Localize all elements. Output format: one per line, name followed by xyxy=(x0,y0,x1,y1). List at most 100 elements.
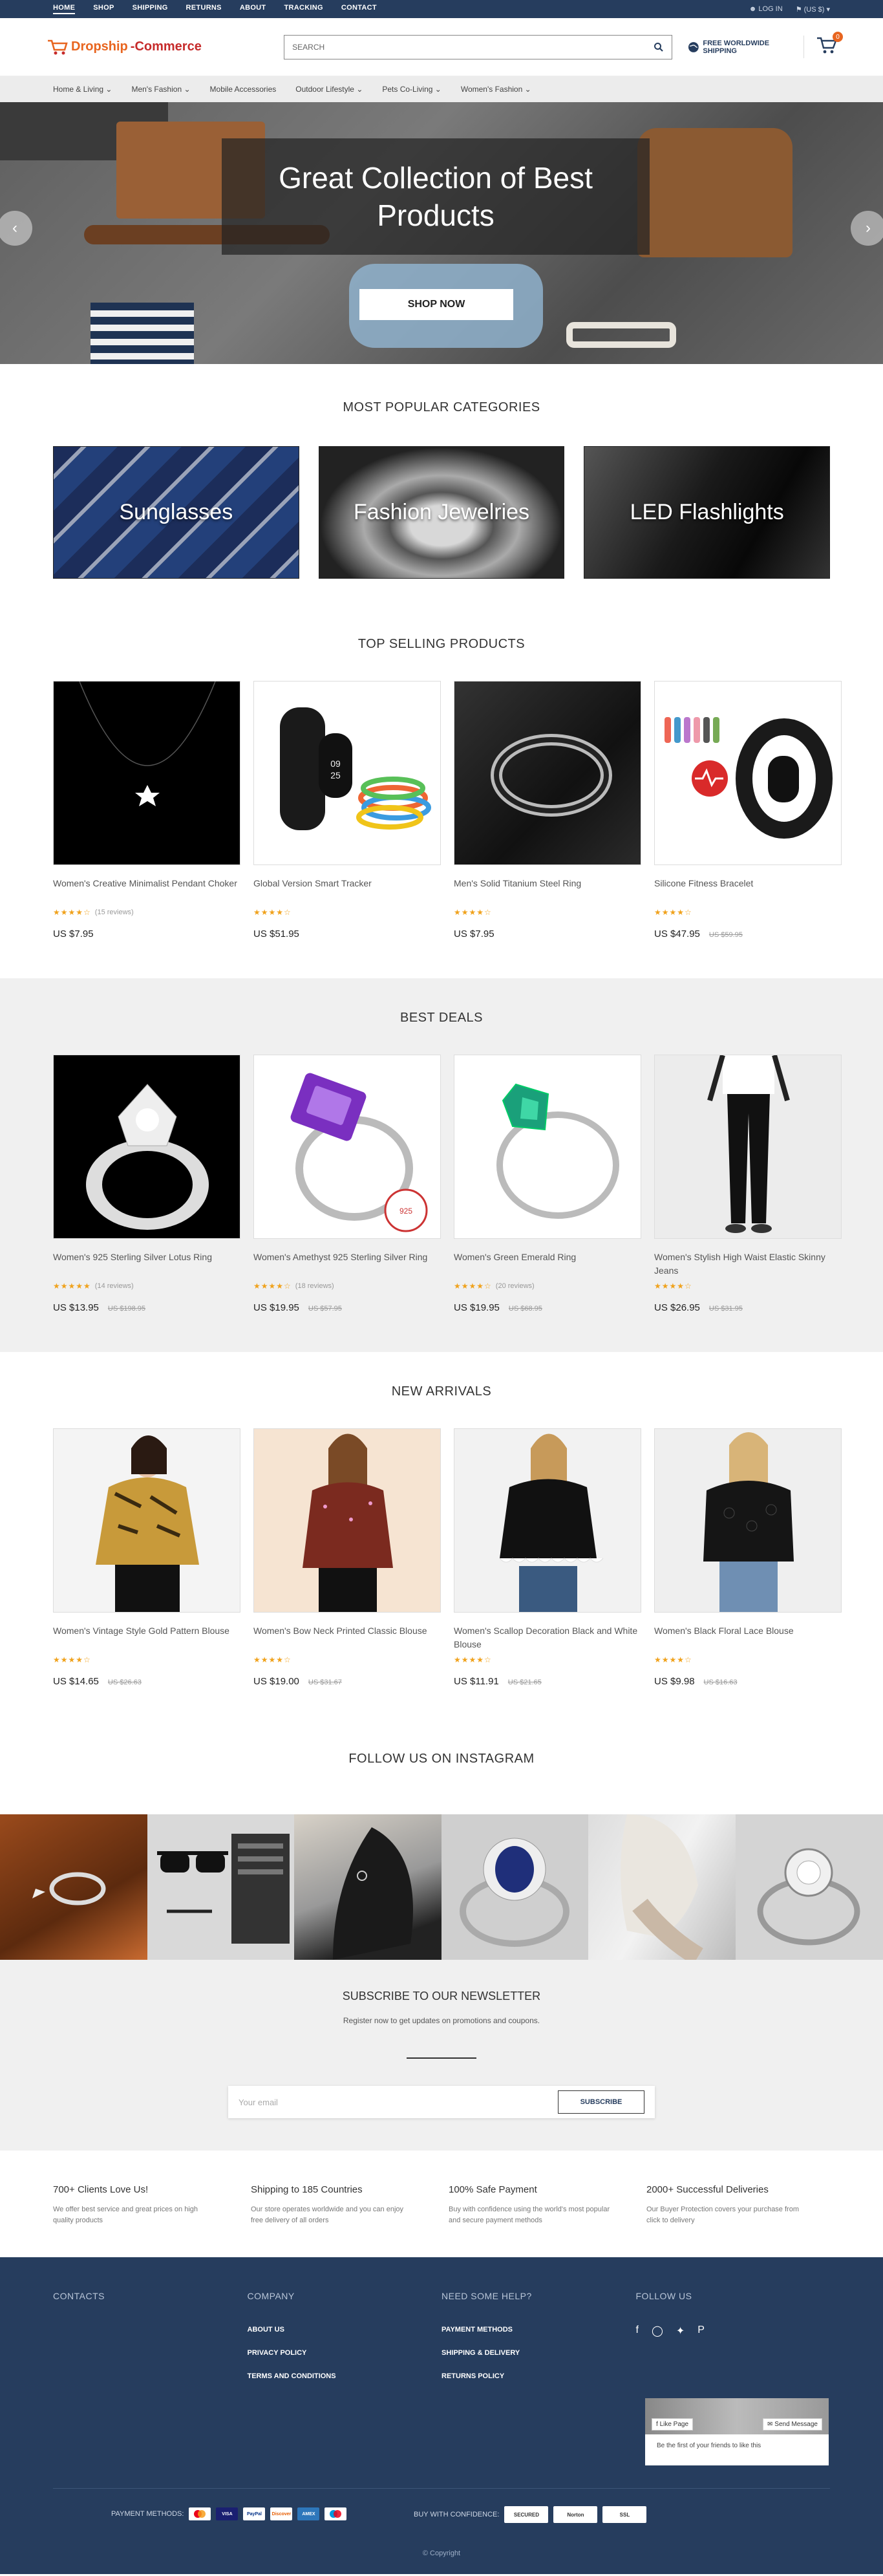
email-input[interactable] xyxy=(239,2097,558,2107)
footer-link-about[interactable]: ABOUT US xyxy=(248,2326,442,2334)
review-count: (20 reviews) xyxy=(495,1282,535,1290)
product-name[interactable]: Men's Solid Titanium Steel Ring xyxy=(454,877,641,904)
fb-like-button[interactable]: f Like Page xyxy=(652,2418,694,2431)
product-price-row: US $19.00 US $31.67 xyxy=(253,1676,441,1687)
cart-logo-icon xyxy=(48,39,68,54)
product-name[interactable]: Silicone Fitness Bracelet xyxy=(654,877,842,904)
product-price: US $13.95 xyxy=(53,1302,99,1313)
secured-badge-icon: SECURED xyxy=(504,2506,549,2523)
facebook-icon[interactable]: f xyxy=(636,2324,639,2337)
product-image[interactable] xyxy=(454,1428,641,1613)
twitter-icon[interactable]: ✦ xyxy=(676,2324,685,2337)
product-card[interactable]: Women's 925 Sterling Silver Lotus Ring ★… xyxy=(53,1055,240,1313)
product-card[interactable]: Silicone Fitness Bracelet ★★★★☆ US $47.9… xyxy=(654,681,842,939)
product-card[interactable]: Women's Bow Neck Printed Classic Blouse … xyxy=(253,1428,441,1687)
footer-link-terms[interactable]: TERMS AND CONDITIONS xyxy=(248,2372,442,2380)
instagram-photo[interactable] xyxy=(735,1814,883,1960)
product-name[interactable]: Women's Black Floral Lace Blouse xyxy=(654,1624,842,1651)
instagram-photo[interactable] xyxy=(588,1814,736,1960)
product-image[interactable] xyxy=(454,1055,641,1239)
fb-message-button[interactable]: ✉ Send Message xyxy=(763,2418,822,2431)
product-name[interactable]: Women's Scallop Decoration Black and Whi… xyxy=(454,1624,641,1651)
star-rating-icon: ★★★★☆ xyxy=(253,908,292,917)
top-nav-about[interactable]: ABOUT xyxy=(240,4,266,14)
login-label: LOG IN xyxy=(758,5,783,13)
product-rating: ★★★★☆ (15 reviews) xyxy=(53,908,240,917)
instagram-photo[interactable] xyxy=(0,1814,147,1960)
category-card-flashlights[interactable]: LED Flashlights xyxy=(584,446,831,579)
cat-nav-womens-fashion[interactable]: Women's Fashion ⌄ xyxy=(461,85,531,94)
product-image[interactable]: 09 25 xyxy=(253,681,441,865)
cat-nav-outdoor-lifestyle[interactable]: Outdoor Lifestyle ⌄ xyxy=(295,85,363,94)
top-nav-home[interactable]: HOME xyxy=(53,4,76,14)
product-card[interactable]: 925 Women's Amethyst 925 Sterling Silver… xyxy=(253,1055,441,1313)
logo-text-2: -Commerce xyxy=(130,39,202,54)
product-card[interactable]: Women's Stylish High Waist Elastic Skinn… xyxy=(654,1055,842,1313)
product-image[interactable] xyxy=(654,681,842,865)
product-price-row: US $51.95 xyxy=(253,928,441,939)
newsletter-section: SUBSCRIBE TO OUR NEWSLETTER Register now… xyxy=(0,1960,883,2151)
product-name[interactable]: Women's Vintage Style Gold Pattern Blous… xyxy=(53,1624,240,1651)
pendant-choker-image xyxy=(79,682,216,806)
hero-next-arrow[interactable]: › xyxy=(851,211,883,246)
instagram-photo[interactable] xyxy=(147,1814,295,1960)
product-image[interactable] xyxy=(654,1428,842,1613)
product-image[interactable]: 925 xyxy=(253,1055,441,1239)
pinterest-icon[interactable]: P xyxy=(697,2324,705,2337)
product-name[interactable]: Women's Green Emerald Ring xyxy=(454,1250,641,1278)
product-image[interactable] xyxy=(454,681,641,865)
top-nav-contact[interactable]: CONTACT xyxy=(341,4,377,14)
footer-link-returns[interactable]: RETURNS POLICY xyxy=(442,2372,636,2380)
category-card-sunglasses[interactable]: Sunglasses xyxy=(53,446,299,579)
product-name[interactable]: Women's Creative Minimalist Pendant Chok… xyxy=(53,877,240,904)
login-link[interactable]: ☻ LOG IN xyxy=(749,5,783,13)
product-name[interactable]: Women's Bow Neck Printed Classic Blouse xyxy=(253,1624,441,1651)
shop-now-button[interactable]: SHOP NOW xyxy=(359,289,513,320)
footer-link-shipping[interactable]: SHIPPING & DELIVERY xyxy=(442,2349,636,2357)
search-input[interactable] xyxy=(292,42,654,52)
product-name[interactable]: Women's Stylish High Waist Elastic Skinn… xyxy=(654,1250,842,1278)
search-icon[interactable] xyxy=(654,42,664,52)
cat-nav-mens-fashion[interactable]: Men's Fashion ⌄ xyxy=(131,85,190,94)
currency-selector[interactable]: ⚑ (US $) ▾ xyxy=(796,5,830,14)
product-card[interactable]: Women's Black Floral Lace Blouse ★★★★☆ U… xyxy=(654,1428,842,1687)
instagram-icon[interactable]: ◯ xyxy=(652,2324,663,2337)
cat-nav-mobile-accessories[interactable]: Mobile Accessories xyxy=(210,85,277,94)
site-logo[interactable]: Dropship -Commerce xyxy=(47,38,237,56)
product-price-row: US $7.95 xyxy=(53,928,240,939)
product-card[interactable]: Women's Green Emerald Ring ★★★★☆ (20 revi… xyxy=(454,1055,641,1313)
product-image[interactable] xyxy=(253,1428,441,1613)
product-card[interactable]: Women's Vintage Style Gold Pattern Blous… xyxy=(53,1428,240,1687)
instagram-photo[interactable] xyxy=(294,1814,442,1960)
product-name[interactable]: Women's 925 Sterling Silver Lotus Ring xyxy=(53,1250,240,1278)
cat-nav-label: Men's Fashion xyxy=(131,85,182,94)
product-image[interactable] xyxy=(53,1428,240,1613)
product-name[interactable]: Global Version Smart Tracker xyxy=(253,877,441,904)
product-image[interactable] xyxy=(53,1055,240,1239)
product-card[interactable]: Women's Scallop Decoration Black and Whi… xyxy=(454,1428,641,1687)
top-nav-returns[interactable]: RETURNS xyxy=(186,4,222,14)
product-card[interactable]: Women's Creative Minimalist Pendant Chok… xyxy=(53,681,240,939)
hero-prev-arrow[interactable]: ‹ xyxy=(0,211,32,246)
feature-text: Our Buyer Protection covers your purchas… xyxy=(646,2206,799,2224)
svg-text:25: 25 xyxy=(330,770,341,780)
category-nav: Home & Living ⌄ Men's Fashion ⌄ Mobile A… xyxy=(0,76,883,102)
feature-item: 700+ Clients Love Us! We offer best servi… xyxy=(53,2184,217,2226)
product-card[interactable]: 09 25 Global Version Smart Tracker ★★★★☆ … xyxy=(253,681,441,939)
instagram-photo[interactable] xyxy=(441,1814,589,1960)
product-image[interactable] xyxy=(654,1055,842,1239)
subscribe-button[interactable]: SUBSCRIBE xyxy=(558,2090,644,2114)
footer-link-payment[interactable]: PAYMENT METHODS xyxy=(442,2326,636,2334)
top-nav-shipping[interactable]: SHIPPING xyxy=(133,4,168,14)
product-image[interactable] xyxy=(53,681,240,865)
cat-nav-pets[interactable]: Pets Co-Living ⌄ xyxy=(382,85,441,94)
feature-item: 100% Safe Payment Buy with confidence usi… xyxy=(449,2184,613,2226)
top-nav-tracking[interactable]: TRACKING xyxy=(284,4,323,14)
product-name[interactable]: Women's Amethyst 925 Sterling Silver Rin… xyxy=(253,1250,441,1278)
footer-link-privacy[interactable]: PRIVACY POLICY xyxy=(248,2349,442,2357)
product-card[interactable]: Men's Solid Titanium Steel Ring ★★★★☆ US… xyxy=(454,681,641,939)
top-nav-shop[interactable]: SHOP xyxy=(93,4,114,14)
cart-button[interactable]: 0 xyxy=(803,32,843,58)
cat-nav-home-living[interactable]: Home & Living ⌄ xyxy=(53,85,112,94)
category-card-jewelries[interactable]: Fashion Jewelries xyxy=(318,446,565,579)
